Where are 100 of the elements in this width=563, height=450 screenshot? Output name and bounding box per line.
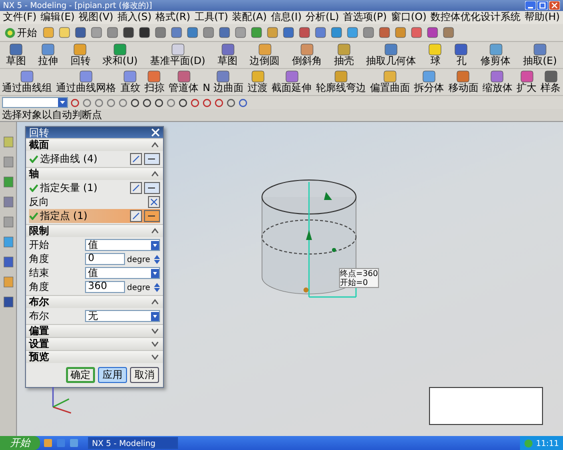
feature-button[interactable]: 求和(U) [102,43,139,67]
resource-icon[interactable] [2,236,14,248]
menu-item[interactable]: 数控体优化设计系统 [430,12,521,24]
tool-icon[interactable] [186,26,199,39]
menu-item[interactable]: 分析(L) [306,12,339,24]
input-field[interactable]: 360 [85,281,125,293]
close-icon[interactable] [151,128,160,137]
feature-button[interactable]: 偏置曲面 [369,70,411,94]
input-field[interactable]: 0 [85,253,125,265]
option-icon[interactable] [144,153,160,165]
dialog-button[interactable]: 应用 [98,367,127,383]
section-header[interactable]: 预览 [26,350,163,363]
menu-item[interactable]: 插入(S) [117,12,152,24]
resource-icon[interactable] [2,276,14,288]
feature-button[interactable]: 抽取几何体 [365,43,418,67]
feature-button[interactable]: 修剪体 [480,43,512,67]
feature-button[interactable]: 扩大 [516,70,538,94]
tool-icon[interactable] [314,26,327,39]
feature-button[interactable]: 直纹 [119,70,142,94]
dialog-button[interactable]: 取消 [130,367,159,383]
selection-row[interactable]: 选择曲线 (4) [29,152,160,166]
tool-icon[interactable] [442,26,455,39]
resource-icon[interactable] [2,296,14,308]
selection-icon[interactable] [130,210,142,222]
dialog-button[interactable]: 确定 [66,367,95,383]
dropdown-field[interactable]: 无 [85,310,160,322]
menu-item[interactable]: 文件(F) [3,12,37,24]
selection-row[interactable]: 指定矢量 (1) [29,181,160,195]
feature-button[interactable]: 草图 [5,43,28,67]
tool-icon[interactable] [122,26,135,39]
feature-button[interactable]: 草图 [216,43,238,67]
tool-icon[interactable] [154,26,167,39]
selection-icon[interactable] [130,182,142,194]
start-menu-button[interactable]: 开始 [2,26,39,40]
feature-button[interactable]: 球 [427,43,444,67]
resource-icon[interactable] [2,216,14,228]
menu-item[interactable]: 工具(T) [194,12,228,24]
feature-button[interactable]: 扫掠 [143,70,166,94]
option-icon[interactable] [144,210,160,222]
menu-item[interactable]: 帮助(H) [524,12,560,24]
feature-button[interactable]: 管道体 [168,70,200,94]
section-header[interactable]: 偏置 [26,324,163,337]
feature-button[interactable]: 回转 [69,43,92,67]
feature-button[interactable]: 通过曲线组 [1,70,54,94]
feature-button[interactable]: 过渡 [246,70,269,94]
feature-button[interactable]: 抽壳 [332,43,355,67]
feature-button[interactable]: 缩放体 [481,70,514,94]
tool-icon[interactable] [426,26,439,39]
tool-icon[interactable] [74,26,87,39]
tool-icon[interactable] [330,26,343,39]
tool-icon[interactable] [250,26,263,39]
section-header[interactable]: 限制 [26,224,163,237]
section-header[interactable]: 截面 [26,138,163,151]
feature-button[interactable]: 通过曲线网格 [55,70,118,94]
feature-button[interactable]: 抽取(E) [522,43,558,67]
tool-icon[interactable] [410,26,423,39]
resource-icon[interactable] [2,156,14,168]
filter-dropdown[interactable] [2,97,68,108]
feature-button[interactable]: 边倒圆 [248,43,281,67]
dropdown-field[interactable]: 值 [85,267,160,279]
tool-icon[interactable] [138,26,151,39]
spinner-icon[interactable] [154,282,160,292]
section-header[interactable]: 布尔 [26,295,163,308]
resource-icon[interactable] [2,256,14,268]
feature-button[interactable]: 基准平面(D) [148,43,206,67]
menu-item[interactable]: 格式(R) [156,12,190,24]
close-icon[interactable] [549,1,560,10]
reverse-direction-icon[interactable] [148,196,160,208]
taskbar-button[interactable]: NX 5 - Modeling [88,437,178,449]
feature-button[interactable]: 拉伸 [37,43,60,67]
tool-icon[interactable] [282,26,295,39]
feature-button[interactable]: 样条 [540,70,562,94]
tool-icon[interactable] [298,26,311,39]
tool-icon[interactable] [218,26,231,39]
option-icon[interactable] [144,182,160,194]
menu-item[interactable]: 编辑(E) [40,12,75,24]
feature-button[interactable]: 拆分体 [413,70,446,94]
feature-button[interactable]: 移动面 [447,70,480,94]
menu-item[interactable]: 窗口(O) [390,12,427,24]
menu-item[interactable]: 信息(I) [270,12,302,24]
feature-button[interactable]: 截面延伸 [270,70,313,94]
tool-icon[interactable] [378,26,391,39]
section-header[interactable]: 轴 [26,167,163,180]
menu-item[interactable]: 视图(V) [78,12,114,24]
spinner-icon[interactable] [154,254,160,264]
feature-button[interactable]: 轮廓线弯边 [314,70,367,94]
feature-button[interactable]: N 边曲面 [202,70,244,94]
minimize-icon[interactable] [525,1,536,10]
feature-button[interactable]: 孔 [453,43,470,67]
highlighted-selection-row[interactable]: 指定点 (1) [29,209,160,223]
selection-icon[interactable] [130,153,142,165]
resource-icon[interactable] [2,196,14,208]
feature-button[interactable]: 倒斜角 [290,43,323,67]
section-header[interactable]: 设置 [26,337,163,350]
menu-item[interactable]: 首选项(P) [342,12,387,24]
dropdown-field[interactable]: 值 [85,239,160,251]
tool-icon[interactable] [170,26,183,39]
menu-item[interactable]: 装配(A) [232,12,267,24]
resource-icon[interactable] [2,176,14,188]
maximize-icon[interactable] [537,1,548,10]
